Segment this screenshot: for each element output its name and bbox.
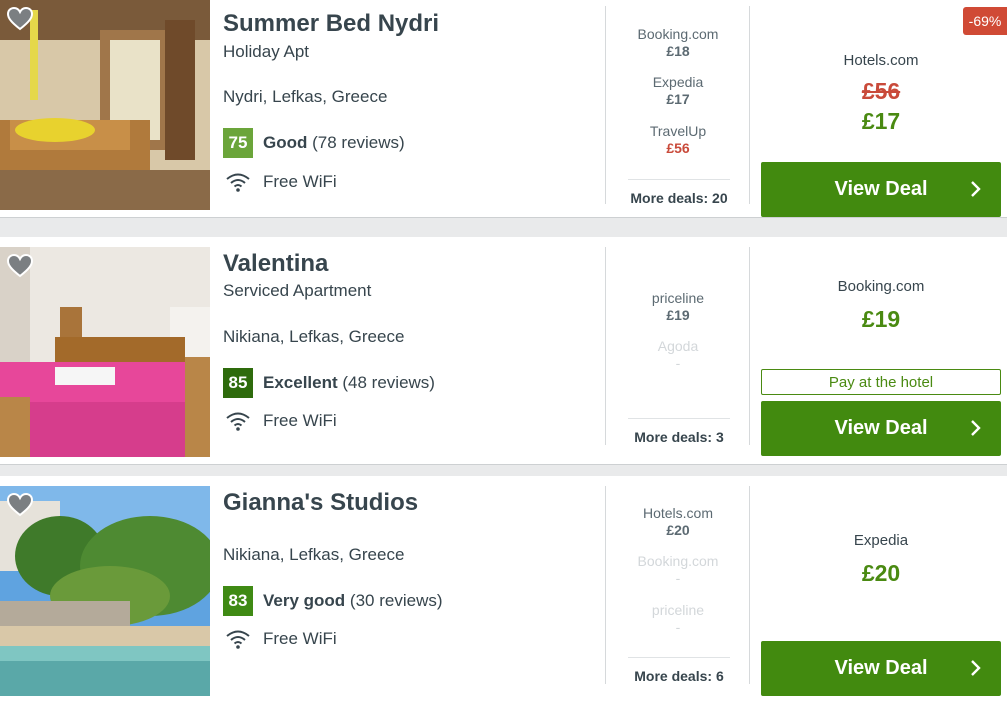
amenity-label: Free WiFi [263, 629, 337, 648]
rating-label: Excellent [263, 373, 338, 392]
view-deal-label: View Deal [834, 657, 928, 679]
hotel-card[interactable]: Valentina Serviced Apartment Nikiana, Le… [0, 237, 1007, 465]
amenity-wifi: Free WiFi [225, 409, 337, 433]
deal-item[interactable]: Expedia £17 [606, 74, 750, 107]
hotel-location: Nikiana, Lefkas, Greece [223, 545, 405, 564]
deal-provider: Expedia [652, 74, 704, 90]
deal-provider: Agoda [657, 338, 699, 354]
review-count: (48 reviews) [342, 373, 435, 392]
deal-provider: Hotels.com [642, 505, 714, 521]
rating-label: Very good [263, 591, 346, 610]
property-type: Holiday Apt [223, 42, 309, 61]
deal-provider: Booking.com [637, 26, 719, 42]
deal-price: £17 [666, 91, 690, 107]
rating: 75 Good (78 reviews) [223, 128, 405, 158]
more-deals-link[interactable]: More deals: 6 [628, 657, 730, 684]
deal-item[interactable]: priceline - [606, 602, 750, 635]
pay-at-hotel-badge: Pay at the hotel [761, 369, 1001, 395]
hotel-photo[interactable] [0, 247, 210, 457]
deal-provider: priceline [651, 290, 705, 306]
rating-label: Good [263, 133, 308, 152]
best-deal-provider: Hotels.com [843, 52, 919, 69]
best-price: £17 [861, 108, 901, 134]
hotel-location: Nikiana, Lefkas, Greece [223, 327, 405, 346]
deal-item[interactable]: Hotels.com £20 [606, 505, 750, 538]
hotel-name[interactable]: Summer Bed Nydri [223, 10, 439, 38]
amenity-label: Free WiFi [263, 172, 337, 191]
heart-icon[interactable] [7, 493, 33, 517]
amenity-label: Free WiFi [263, 411, 337, 430]
best-price: £20 [861, 560, 901, 586]
deal-item[interactable]: Booking.com - [606, 553, 750, 586]
view-deal-button[interactable]: View Deal [761, 641, 1001, 696]
more-deals-link[interactable]: More deals: 3 [628, 418, 730, 445]
deal-price: - [675, 619, 681, 635]
best-deal-provider: Booking.com [837, 278, 925, 295]
review-count: (78 reviews) [312, 133, 405, 152]
deal-price: £20 [666, 522, 690, 538]
amenity-wifi: Free WiFi [225, 170, 337, 194]
rating: 85 Excellent (48 reviews) [223, 368, 435, 398]
deal-price: £56 [666, 140, 690, 156]
deal-price: - [675, 570, 681, 586]
more-deals-link[interactable]: More deals: 20 [628, 179, 730, 206]
hotel-name[interactable]: Gianna's Studios [223, 489, 418, 517]
deal-item[interactable]: Booking.com £18 [606, 26, 750, 59]
view-deal-label: View Deal [834, 417, 928, 439]
deal-provider: priceline [651, 602, 705, 618]
score-badge: 83 [223, 586, 253, 616]
hotel-location: Nydri, Lefkas, Greece [223, 87, 388, 106]
view-deal-button[interactable]: View Deal [761, 162, 1001, 217]
review-count: (30 reviews) [349, 591, 443, 610]
wifi-icon [226, 630, 250, 649]
deal-provider: Booking.com [637, 553, 719, 569]
rating: 83 Very good (30 reviews) [223, 586, 443, 616]
score-badge: 75 [223, 128, 253, 158]
hotel-photo[interactable] [0, 486, 210, 696]
best-price: £19 [861, 306, 901, 332]
deal-price: £19 [666, 307, 690, 323]
deal-item[interactable]: Agoda - [606, 338, 750, 371]
discount-badge: -69% [963, 7, 1007, 35]
deal-item[interactable]: TravelUp £56 [606, 123, 750, 156]
hotel-card[interactable]: Gianna's Studios Nikiana, Lefkas, Greece… [0, 476, 1007, 701]
hotel-name[interactable]: Valentina [223, 250, 328, 278]
view-deal-label: View Deal [834, 178, 928, 200]
wifi-icon [226, 173, 250, 192]
view-deal-button[interactable]: View Deal [761, 401, 1001, 456]
chevron-right-icon [971, 420, 981, 436]
heart-icon[interactable] [7, 254, 33, 278]
best-deal-provider: Expedia [853, 532, 909, 549]
property-type: Serviced Apartment [223, 281, 372, 300]
deal-price: - [675, 355, 681, 371]
score-badge: 85 [223, 368, 253, 398]
deal-provider: TravelUp [649, 123, 707, 139]
chevron-right-icon [971, 181, 981, 197]
hotel-photo[interactable] [0, 0, 210, 210]
heart-icon[interactable] [7, 7, 33, 31]
chevron-right-icon [971, 660, 981, 676]
deal-price: £18 [666, 43, 690, 59]
wifi-icon [226, 412, 250, 431]
hotel-card[interactable]: Summer Bed Nydri Holiday Apt Nydri, Lefk… [0, 0, 1007, 218]
old-price: £56 [861, 78, 901, 104]
deal-item[interactable]: priceline £19 [606, 290, 750, 323]
amenity-wifi: Free WiFi [225, 627, 337, 651]
